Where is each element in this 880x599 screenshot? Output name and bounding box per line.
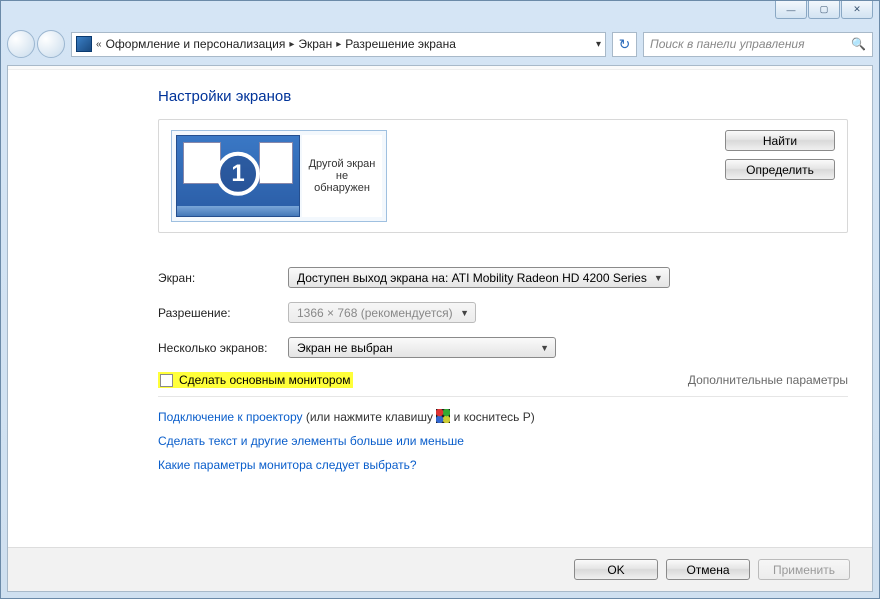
- windows-key-icon: [436, 409, 450, 423]
- monitor-primary[interactable]: 1: [176, 135, 300, 217]
- close-button[interactable]: ✕: [841, 1, 873, 19]
- advanced-settings-link[interactable]: Дополнительные параметры: [688, 373, 848, 387]
- larger-text-link[interactable]: Сделать текст и другие элементы больше и…: [158, 434, 464, 448]
- wallpaper-taskbar-icon: [177, 206, 299, 216]
- resolution-select-value: 1366 × 768 (рекомендуется): [297, 306, 453, 320]
- chevron-down-icon: ▼: [654, 273, 663, 283]
- forward-button[interactable]: [37, 30, 65, 58]
- toolbar: « Оформление и персонализация ▸ Экран ▸ …: [7, 29, 873, 59]
- primary-monitor-label: Сделать основным монитором: [179, 373, 351, 387]
- display-label: Экран:: [158, 271, 288, 285]
- dialog-footer: OK Отмена Применить: [8, 547, 872, 591]
- projector-hint-prefix: (или нажмите клавишу: [303, 410, 437, 424]
- nav-back-forward: [7, 30, 65, 58]
- projector-line: Подключение к проектору (или нажмите кла…: [158, 409, 848, 424]
- chevron-down-icon: ▼: [540, 343, 549, 353]
- content-area: Настройки экранов 1 Другой экран не обна…: [7, 65, 873, 592]
- find-button[interactable]: Найти: [725, 130, 835, 151]
- maximize-button[interactable]: ▢: [808, 1, 840, 19]
- monitor-arrangement[interactable]: 1 Другой экран не обнаружен: [171, 130, 387, 222]
- which-settings-link[interactable]: Какие параметры монитора следует выбрать…: [158, 458, 417, 472]
- monitor-number: 1: [216, 152, 260, 196]
- primary-monitor-highlight: Сделать основным монитором: [158, 372, 353, 388]
- minimize-button[interactable]: —: [775, 1, 807, 19]
- apply-button[interactable]: Применить: [758, 559, 850, 580]
- monitor-not-found-text: Другой экран не обнаружен: [308, 158, 376, 194]
- window-frame: — ▢ ✕ « Оформление и персонализация ▸ Эк…: [0, 0, 880, 599]
- monitor-secondary-placeholder[interactable]: Другой экран не обнаружен: [302, 135, 382, 217]
- wallpaper-window-icon: [259, 142, 293, 184]
- wallpaper-window-icon: [183, 142, 221, 184]
- search-placeholder: Поиск в панели управления: [650, 37, 805, 51]
- address-bar[interactable]: « Оформление и персонализация ▸ Экран ▸ …: [71, 32, 606, 57]
- refresh-button[interactable]: ↻: [612, 32, 637, 57]
- row-resolution: Разрешение: 1366 × 768 (рекомендуется) ▼: [158, 302, 848, 323]
- search-box[interactable]: Поиск в панели управления 🔍: [643, 32, 873, 57]
- primary-monitor-row: Сделать основным монитором Дополнительны…: [158, 372, 848, 388]
- main-panel: Настройки экранов 1 Другой экран не обна…: [8, 70, 872, 472]
- display-select-value: Доступен выход экрана на: ATI Mobility R…: [297, 271, 647, 285]
- monitor-help-line: Какие параметры монитора следует выбрать…: [158, 458, 848, 472]
- page-title: Настройки экранов: [158, 88, 848, 105]
- breadcrumb-seg-resolution[interactable]: Разрешение экрана: [345, 37, 456, 51]
- multi-displays-label: Несколько экранов:: [158, 341, 288, 355]
- breadcrumb-overflow[interactable]: «: [96, 39, 102, 50]
- cancel-button[interactable]: Отмена: [666, 559, 750, 580]
- back-button[interactable]: [7, 30, 35, 58]
- breadcrumb-seg-personalization[interactable]: Оформление и персонализация: [106, 37, 286, 51]
- row-multi-displays: Несколько экранов: Экран не выбран ▼: [158, 337, 848, 358]
- divider: [158, 396, 848, 397]
- preview-buttons: Найти Определить: [725, 130, 835, 180]
- ok-button[interactable]: OK: [574, 559, 658, 580]
- multi-displays-value: Экран не выбран: [297, 341, 393, 355]
- projector-hint-suffix: и коснитесь P): [450, 410, 534, 424]
- identify-button[interactable]: Определить: [725, 159, 835, 180]
- chevron-right-icon: ▸: [289, 39, 294, 50]
- primary-monitor-checkbox[interactable]: [160, 374, 173, 387]
- resolution-label: Разрешение:: [158, 306, 288, 320]
- projector-link[interactable]: Подключение к проектору: [158, 410, 303, 424]
- chevron-down-icon: ▼: [460, 308, 469, 318]
- control-panel-icon: [76, 36, 92, 52]
- breadcrumb-seg-screen[interactable]: Экран: [298, 37, 332, 51]
- row-display: Экран: Доступен выход экрана на: ATI Mob…: [158, 267, 848, 288]
- search-icon: 🔍: [851, 37, 866, 51]
- address-dropdown-icon[interactable]: ▾: [596, 39, 601, 50]
- chevron-right-icon: ▸: [336, 39, 341, 50]
- titlebar-controls: — ▢ ✕: [774, 1, 873, 19]
- resolution-select[interactable]: 1366 × 768 (рекомендуется) ▼: [288, 302, 476, 323]
- monitor-preview-box: 1 Другой экран не обнаружен Найти Опреде…: [158, 119, 848, 233]
- display-select[interactable]: Доступен выход экрана на: ATI Mobility R…: [288, 267, 670, 288]
- text-size-line: Сделать текст и другие элементы больше и…: [158, 434, 848, 448]
- multi-displays-select[interactable]: Экран не выбран ▼: [288, 337, 556, 358]
